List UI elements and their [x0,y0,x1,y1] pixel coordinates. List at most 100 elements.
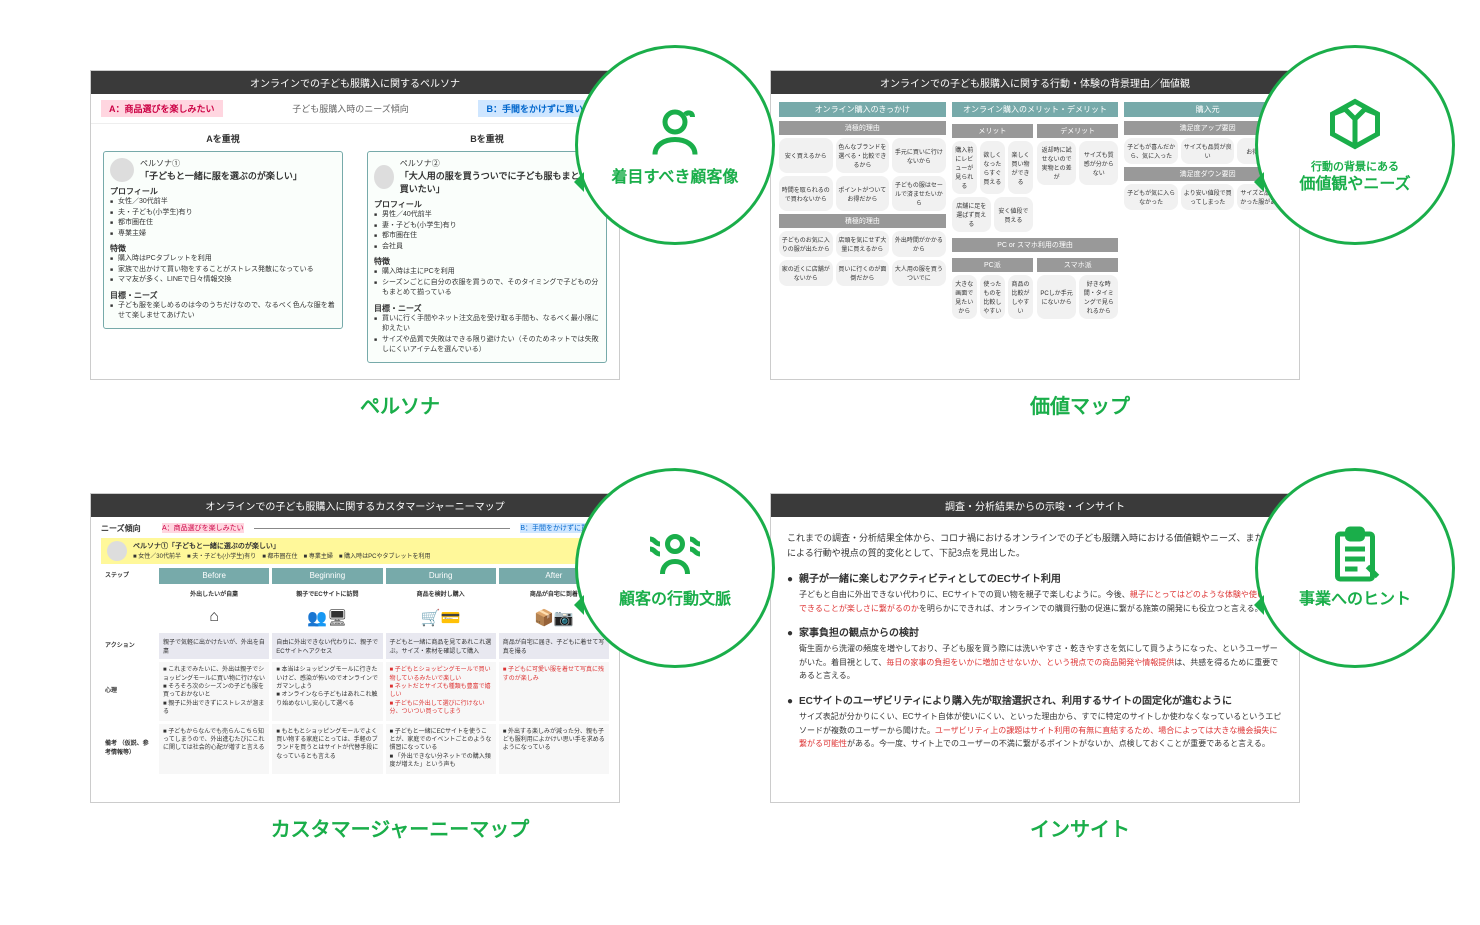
clipboard-icon [1325,524,1385,584]
step-header: During [386,568,496,584]
journey-cell: ■ もともとショッピングモールでよく買い物する家庭にとっては、手軽のブランドを買… [272,724,382,774]
insight-point: 親子が一緒に楽しむアクティビティとしてのECサイト利用子どもと自由に外出できない… [787,571,1283,615]
bubble-persona: 着目すべき顧客像 [575,45,775,245]
journey-cell: ■ 外出する楽しみが減った分、親も子ども服利用によかけい思い手を求めるようになっ… [499,724,609,774]
persona-panel: オンラインでの子ども服購入に関するペルソナ A：商品選びを楽しみたい 子ども服購… [90,70,620,380]
vm-cell: 店頭を気にせず大量に買えるから [836,231,890,257]
row-label: 備考 （仮説、参考情報等） [101,724,156,774]
list-item: 購入時はPCタブレットを利用 [110,254,336,265]
journey-cell: 親子で気軽に出かけたいが、外出を自粛 [159,633,269,659]
journey-cell: ■ 子どもに可愛い服を着せて写真に残すのが楽しみ [499,662,609,720]
blank [101,606,156,630]
vm-cell: 買いに行くのが面倒だから [836,260,890,286]
step-icon: 🛒💳 [386,606,496,630]
journey-cell: ■ 子どもからなんでも売らんこちら知ってしまうので、外出進むたびにこれに関しては… [159,724,269,774]
vm-cell: 安く値段で買える [994,197,1033,232]
list-item: ママ友が多く、LINEで日々情報交換 [110,275,336,286]
journey-icon [645,524,705,584]
insight-panel: 調査・分析結果からの示唆・インサイト これまでの調査・分析結果全体から、コロナ禍… [770,493,1300,803]
vm-cell: 大きな画面で見たいから [952,275,977,319]
vm-cell: 外出時間がかかるから [892,231,946,257]
vm-cell: 手元に買いに行けないから [892,138,946,173]
needs-axis: 子ども服購入時のニーズ傾向 [223,102,479,115]
vm-cell: サイズも質感が分からない [1079,141,1118,185]
vm-cell: 商品の比較がしやすい [1008,275,1033,319]
list-item: 購入時は主にPCを利用 [374,267,600,278]
insight-lead: これまでの調査・分析結果全体から、コロナ禍におけるオンラインでの子ども服購入時に… [787,531,1283,562]
journey-cell: 子どもと一緒に商品を見てあれこれ選ぶ。サイズ・素材を確認して購入 [386,633,496,659]
vm-cell: ポイントがついてお得だから [836,176,890,211]
insight-title: 調査・分析結果からの示唆・インサイト [771,494,1299,517]
bubble-journey: 顧客の行動文脈 [575,468,775,668]
persona-title: オンラインでの子ども服購入に関するペルソナ [91,71,619,94]
list-item: 都市圏在住 [110,218,336,229]
quad-journey: オンラインでの子ども服購入に関するカスタマージャーニーマップ ニーズ傾向 A：商… [90,493,710,876]
quad-valuemap: オンラインでの子ども服購入に関する行動・体験の背景理由／価値観 オンライン購入の… [770,70,1390,453]
journey-cell: ■ 本当はショッピングモールに行きたいけど、感染が怖いのでオンラインでガマンしよ… [272,662,382,720]
journey-cell: ■ 子どもとショッピングモールで買い物しているみたいで楽しい■ ネットだとサイズ… [386,662,496,720]
j-tag-a: A：商品選びを楽しみたい [162,523,244,533]
list-item: 女性／30代前半 [110,197,336,208]
journey-persona-bar: ペルソナ①「子どもと一緒に選ぶのが楽しい」 ■ 女性／30代前半 ■ 夫・子ども… [101,538,609,564]
vm-cell: 店舗に足を運ばず買える [952,197,991,232]
caption-valuemap: 価値マップ [770,390,1390,419]
vm-header: オンライン購入のメリット・デメリット [952,102,1119,117]
vm-cell: より安い値段で買ってしまった [1181,184,1235,210]
list-item: 買いに行く手間やネット注文品を受け取る手間も、なるべく最小限に抑えたい [374,314,600,335]
avatar [107,541,127,561]
avatar [110,158,134,182]
journey-cell: 自由に外出できない代わりに、親子でECサイトへアクセス [272,633,382,659]
vm-cell: サイズも品質が良い [1181,138,1235,164]
caption-persona: ペルソナ [90,390,710,419]
vm-cell: 子どもの服はセールで済ませたいから [892,176,946,211]
vm-cell: PCしか手元にないから [1037,275,1076,319]
journey-cell: ■ これまでみたいに、外出は親子でショッピングモールに買い物に行けない■ そろそ… [159,662,269,720]
vm-cell: 時間を取られるので買わないから [779,176,833,211]
step-icon: 👥🖥 [272,606,382,630]
bubble-valuemap: 行動の背景にある価値観やニーズ [1255,45,1455,245]
step-header: Beginning [272,568,382,584]
vm-cell: 使ったものを比較しやすい [980,275,1005,319]
valuemap-title: オンラインでの子ども服購入に関する行動・体験の背景理由／価値観 [771,71,1299,94]
row-label: アクション [101,633,156,659]
caption-insight: インサイト [770,813,1390,842]
vm-header: オンライン購入のきっかけ [779,102,946,117]
blank [101,587,156,603]
vm-cell: 返却時に試せないので実物との差が [1037,141,1076,185]
step-header: Before [159,568,269,584]
persona-card-1: ペルソナ①「子どもと一緒に服を選ぶのが楽しい」 プロフィール 女性／30代前半夫… [103,151,343,329]
vm-column: オンライン購入のきっかけ消極的理由安く買えるから色んなブランドを選べる・比較でき… [779,102,946,322]
caption-journey: カスタマージャーニーマップ [90,813,710,842]
avatar [374,165,394,189]
list-item: 専業主婦 [110,229,336,240]
person-icon [645,102,705,162]
vm-cell: 購入前にレビューが見られる [952,141,977,194]
list-item: 男性／40代前半 [374,210,600,221]
vm-cell: 色んなブランドを選べる・比較できるから [836,138,890,173]
journey-cell: 商品が自宅に届き、子どもに着せて写真を撮る [499,633,609,659]
vm-cell: 好きな時間・タイミングで見られるから [1079,275,1118,319]
insight-point: ECサイトのユーザビリティにより購入先が取捨選択され、利用するサイトの固定化が進… [787,693,1283,751]
list-item: 会社員 [374,242,600,253]
vm-cell: 子どもが気に入らなかった [1124,184,1178,210]
step-sub: 親子でECサイトに訪問 [272,587,382,603]
col-a-title: Aを重視 [103,132,343,145]
tag-a: A：商品選びを楽しみたい [101,100,223,117]
journey-title: オンラインでの子ども服購入に関するカスタマージャーニーマップ [91,494,619,517]
valuemap-panel: オンラインでの子ども服購入に関する行動・体験の背景理由／価値観 オンライン購入の… [770,70,1300,380]
vm-cell: 家の近くに店舗がないから [779,260,833,286]
vm-cell: 安く買えるから [779,138,833,173]
journey-cell: ■ 子どもと一緒にECサイトを使うことが、家庭でのイベントごとのような慣習になっ… [386,724,496,774]
vm-column: オンライン購入のメリット・デメリットメリット購入前にレビューが見られる欲しくなっ… [952,102,1119,322]
arrow-icon [254,528,511,529]
quad-persona: オンラインでの子ども服購入に関するペルソナ A：商品選びを楽しみたい 子ども服購… [90,70,710,453]
step-sub: 商品を検討し購入 [386,587,496,603]
bubble-insight: 事業へのヒント [1255,468,1455,668]
vm-cell: 大人用の服を買うついでに [892,260,946,286]
list-item: サイズや品質で失敗はできる限り避けたい（そのためネットでは失敗しにくいアイテムを… [374,335,600,356]
row-label: ステップ [101,568,156,584]
vm-cell: 子どものお気に入りの服が出たから [779,231,833,257]
list-item: 家族で出かけて買い物をすることがストレス発散になっている [110,265,336,276]
vm-cell: 欲しくなったらすぐ買える [980,141,1005,194]
step-icon: ⌂ [159,606,269,630]
